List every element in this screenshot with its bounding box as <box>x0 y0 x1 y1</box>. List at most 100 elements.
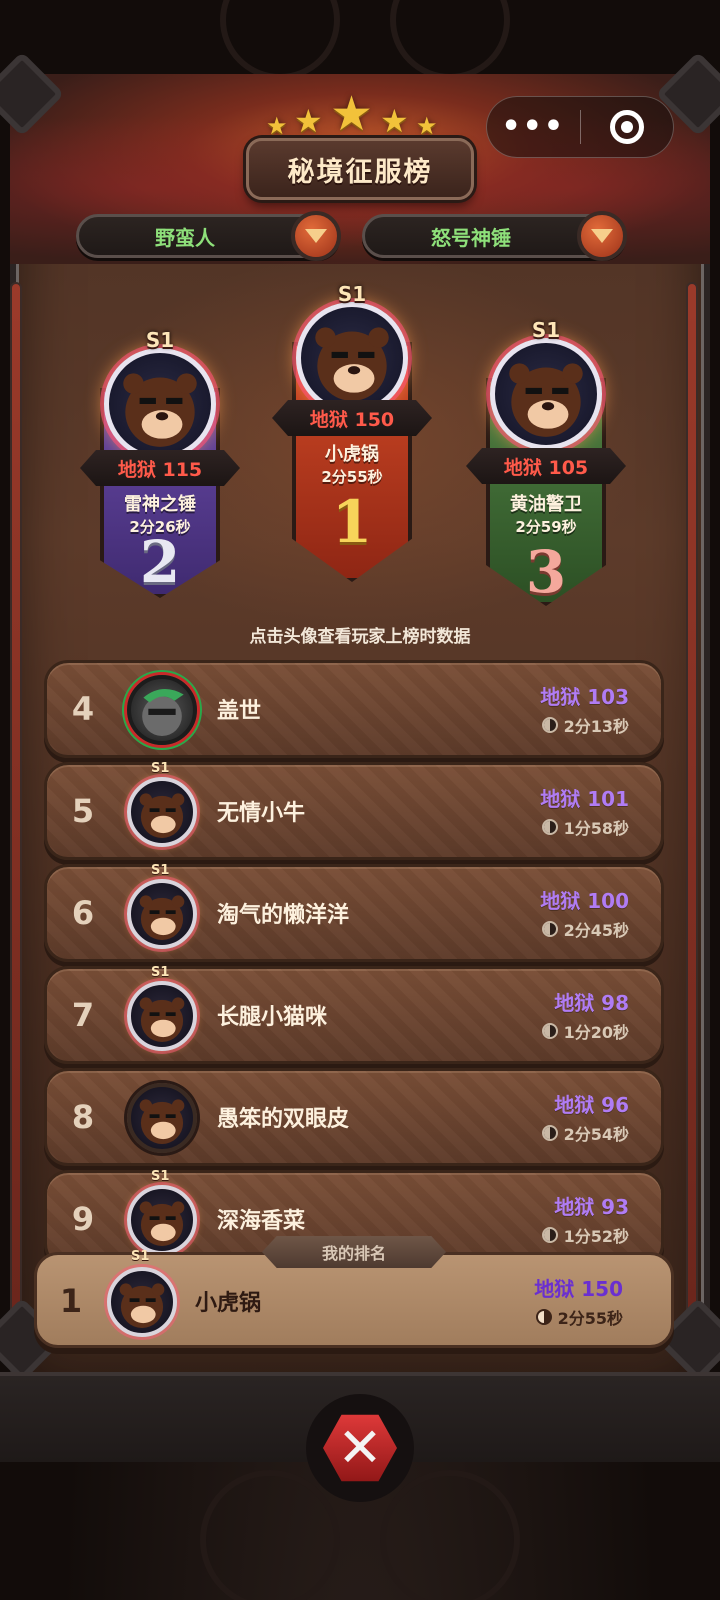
player-name: 雷神之锤 <box>124 494 196 515</box>
player-name: 黄油警卫 <box>510 494 582 515</box>
level-value: 地狱 101 <box>540 787 629 811</box>
clear-time: 1分58秒 <box>541 815 629 839</box>
bear-avatar-icon <box>315 327 389 401</box>
time-text: 1分58秒 <box>563 819 629 838</box>
time-text: 1分20秒 <box>563 1023 629 1042</box>
clock-icon <box>541 1023 558 1039</box>
avatar[interactable] <box>104 348 216 460</box>
warrior-avatar-icon <box>142 688 184 737</box>
clock-icon <box>541 1125 558 1141</box>
star-icon: ★ <box>266 112 288 140</box>
rating-stars: ★ ★ ★ ★ ★ <box>258 86 458 142</box>
podium-third[interactable]: S1 地狱 105 黄油警卫 2分59秒 3 <box>466 318 626 608</box>
time-text: 2分54秒 <box>563 1125 629 1144</box>
player-name: 盖世 <box>217 699 262 724</box>
page-title: 秘境征服榜 <box>287 156 433 188</box>
place-number: 3 <box>525 538 567 606</box>
podium-first[interactable]: S1 地狱 150 小虎锅 2分55秒 1 <box>272 282 432 582</box>
frame-side-left <box>10 282 22 1322</box>
avatar[interactable] <box>127 675 197 745</box>
time-text: 2分45秒 <box>563 921 629 940</box>
season-badge: S1 <box>151 761 170 776</box>
clear-time: 2分54秒 <box>541 1121 629 1145</box>
weapon-dropdown[interactable]: 怒号神锤 <box>362 211 627 261</box>
bear-avatar-icon <box>139 895 185 941</box>
podium-second[interactable]: S1 地狱 115 雷神之锤 2分26秒 2 <box>80 328 240 598</box>
target-circle-icon <box>609 110 644 144</box>
level-value: 地狱 100 <box>540 889 629 913</box>
hint-text: 点击头像查看玩家上榜时数据 <box>249 627 471 647</box>
class-dropdown-value: 野蛮人 <box>155 225 215 250</box>
avatar[interactable] <box>127 1185 197 1255</box>
level-ribbon: 地狱 105 <box>466 448 626 484</box>
clock-icon <box>541 819 558 835</box>
player-name: 无情小牛 <box>217 801 306 826</box>
avatar[interactable] <box>127 879 197 949</box>
bg-ornament <box>200 1470 340 1600</box>
bear-avatar-icon <box>123 373 197 447</box>
clear-time: 2分55秒 <box>535 1305 623 1329</box>
bear-avatar-icon <box>139 1099 185 1145</box>
more-button[interactable]: ••• <box>487 112 580 142</box>
bear-avatar-icon <box>139 1201 185 1247</box>
season-badge: S1 <box>531 318 561 342</box>
list-item[interactable]: 5 S1 无情小牛 地狱 101 1分58秒 <box>44 761 664 860</box>
chevron-down-icon[interactable] <box>291 211 341 261</box>
close-button[interactable]: ✕ <box>306 1394 414 1502</box>
player-name: 小虎锅 <box>195 1291 262 1316</box>
level-value: 地狱 93 <box>554 1195 629 1219</box>
list-item[interactable]: 6 S1 淘气的懒洋洋 地狱 100 2分45秒 <box>44 863 664 962</box>
level-ribbon: 地狱 115 <box>80 450 240 486</box>
clock-icon <box>541 921 558 937</box>
player-name: 长腿小猫咪 <box>217 1005 328 1030</box>
miniprogram-capsule: ••• <box>486 96 674 158</box>
clock-icon <box>541 717 558 733</box>
clear-time: 1分52秒 <box>541 1223 629 1247</box>
my-rank-tag: 我的排名 <box>262 1236 446 1268</box>
time-text: 1分52秒 <box>563 1227 629 1246</box>
close-x-icon: ✕ <box>323 1414 397 1482</box>
bear-avatar-icon <box>119 1283 165 1329</box>
class-dropdown[interactable]: 野蛮人 <box>76 211 341 261</box>
time-text: 2分13秒 <box>563 717 629 736</box>
place-number: 1 <box>331 488 373 556</box>
bear-avatar-icon <box>139 997 185 1043</box>
rank-number: 5 <box>71 792 95 830</box>
clear-time: 2分13秒 <box>541 713 629 737</box>
star-icon: ★ <box>294 102 323 140</box>
avatar[interactable] <box>127 777 197 847</box>
bear-avatar-icon <box>509 363 583 437</box>
list-item[interactable]: 8 愚笨的双眼皮 地狱 96 2分54秒 <box>44 1068 664 1166</box>
weapon-dropdown-value: 怒号神锤 <box>431 225 511 250</box>
level-value: 地狱 150 <box>534 1277 623 1301</box>
player-name: 小虎锅 <box>325 444 379 465</box>
clock-icon <box>541 1227 558 1243</box>
list-item[interactable]: 7 S1 长腿小猫咪 地狱 98 1分20秒 <box>44 965 664 1064</box>
avatar[interactable] <box>490 338 602 450</box>
avatar[interactable] <box>127 981 197 1051</box>
level-value: 地狱 96 <box>554 1093 629 1117</box>
avatar[interactable] <box>107 1267 177 1337</box>
rank-number: 1 <box>59 1282 83 1320</box>
star-icon: ★ <box>416 112 438 140</box>
title-plate: 秘境征服榜 <box>246 138 474 200</box>
rank-number: 8 <box>71 1098 95 1136</box>
avatar[interactable] <box>296 302 408 414</box>
bear-avatar-icon <box>139 793 185 839</box>
season-badge: S1 <box>151 863 170 878</box>
ellipsis-icon: ••• <box>501 109 566 144</box>
star-icon: ★ <box>380 102 409 140</box>
clock-icon <box>535 1309 552 1325</box>
avatar[interactable] <box>127 1083 197 1153</box>
rank-number: 4 <box>71 690 95 728</box>
close-miniprogram-button[interactable] <box>581 110 674 144</box>
level-ribbon: 地狱 150 <box>272 400 432 436</box>
level-value: 地狱 103 <box>540 685 629 709</box>
season-badge: S1 <box>131 1249 150 1264</box>
season-badge: S1 <box>151 965 170 980</box>
season-badge: S1 <box>145 328 175 352</box>
list-item[interactable]: 4 盖世 地狱 103 2分13秒 <box>44 660 664 758</box>
place-number: 2 <box>139 528 181 596</box>
clear-time: 2分45秒 <box>541 917 629 941</box>
chevron-down-icon[interactable] <box>577 211 627 261</box>
